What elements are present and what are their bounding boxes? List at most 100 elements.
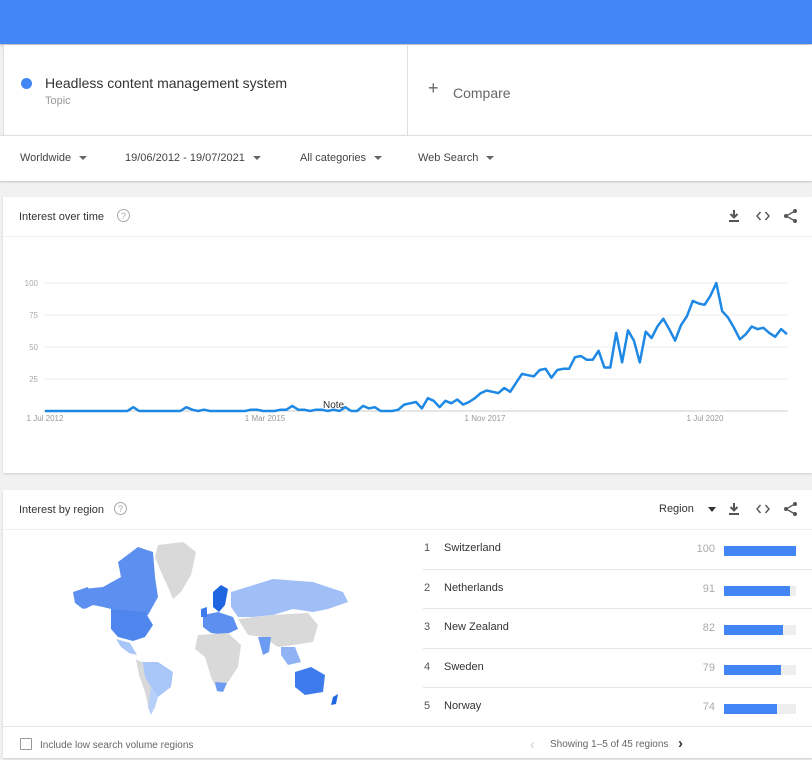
value-bar <box>724 664 781 675</box>
chevron-right-icon[interactable]: › <box>678 735 683 752</box>
search-terms-bar: Headless content management system Topic… <box>3 45 812 135</box>
region-ranking-list: 1 Switzerland 100 2 Netherlands 91 3 New… <box>423 530 812 728</box>
download-icon[interactable] <box>725 207 743 225</box>
plus-icon: + <box>428 78 439 98</box>
value-bar-track <box>724 546 796 556</box>
y-tick-label: 50 <box>29 343 38 352</box>
region-name[interactable]: Netherlands <box>444 582 503 594</box>
map-europe[interactable] <box>203 612 238 635</box>
chevron-down-icon <box>374 156 383 161</box>
value-bar <box>724 585 790 596</box>
interest-over-time-card: Interest over time ? 25 50 75 100 1 Jul 201… <box>3 197 812 473</box>
search-term-name[interactable]: Headless content management system <box>45 75 287 91</box>
value-bar <box>724 625 784 635</box>
series-color-dot <box>21 78 32 89</box>
search-term-type: Topic <box>45 95 71 107</box>
interest-by-region-card: Interest by region ? Region 1 Switzerlan… <box>3 490 812 758</box>
filter-category[interactable]: All categories <box>300 152 383 164</box>
map-australia[interactable] <box>295 667 325 695</box>
chevron-down-icon <box>486 156 495 161</box>
rank: 2 <box>424 581 431 594</box>
value-bar-track <box>724 664 796 675</box>
region-value: 91 <box>702 582 715 595</box>
x-tick-label: 1 Nov 2017 <box>465 414 506 423</box>
x-tick-label: 1 Jul 2012 <box>27 414 64 423</box>
value-bar-track <box>724 625 796 635</box>
rank: 1 <box>424 542 431 554</box>
rank: 5 <box>424 700 431 712</box>
region-value: 79 <box>702 661 715 674</box>
x-tick-label: 1 Mar 2015 <box>245 414 286 423</box>
download-icon[interactable] <box>725 500 743 518</box>
search-term-chip[interactable]: Headless content management system Topic <box>4 45 408 135</box>
region-name[interactable]: Switzerland <box>444 542 501 554</box>
y-tick-label: 75 <box>29 311 38 320</box>
region-resolution-select[interactable]: Region <box>659 503 716 515</box>
map-southeast-asia[interactable] <box>281 647 301 665</box>
map-india[interactable] <box>258 637 271 655</box>
rank: 3 <box>424 621 431 633</box>
region-name[interactable]: Norway <box>444 700 481 712</box>
card-title: Interest over time <box>19 211 104 223</box>
x-tick-label: 1 Jul 2020 <box>687 414 724 423</box>
value-bar-track <box>724 585 796 596</box>
region-value: 74 <box>702 701 715 713</box>
pagination-status: Showing 1–5 of 45 regions <box>550 739 669 750</box>
list-item[interactable]: 2 Netherlands 91 <box>423 570 812 609</box>
card-title: Interest by region <box>19 504 104 516</box>
region-name[interactable]: Sweden <box>444 661 484 673</box>
map-scandinavia[interactable] <box>213 585 228 612</box>
list-item[interactable]: 5 Norway 74 <box>423 688 812 728</box>
map-greenland[interactable] <box>155 542 196 599</box>
list-item[interactable]: 1 Switzerland 100 <box>423 530 812 570</box>
share-icon[interactable] <box>782 500 800 518</box>
chart-note-annotation[interactable]: Note <box>323 400 345 411</box>
help-icon[interactable]: ? <box>117 209 130 222</box>
value-bar <box>724 546 796 556</box>
chevron-left-icon[interactable]: ‹ <box>530 736 535 752</box>
filter-search-type[interactable]: Web Search <box>418 152 495 164</box>
include-low-volume-checkbox[interactable] <box>20 738 32 750</box>
list-item[interactable]: 3 New Zealand 82 <box>423 609 812 649</box>
rank: 4 <box>424 660 431 673</box>
include-low-volume-label[interactable]: Include low search volume regions <box>40 740 193 751</box>
card-header: Interest by region ? Region <box>3 490 812 530</box>
value-bar-track <box>724 704 796 714</box>
map-mexico[interactable] <box>116 639 137 655</box>
region-value: 82 <box>702 622 715 634</box>
map-uk[interactable] <box>201 607 207 617</box>
card-header: Interest over time ? <box>3 197 812 237</box>
caret-down-icon <box>707 506 716 512</box>
filter-category-label: All categories <box>300 152 367 164</box>
region-name[interactable]: New Zealand <box>444 621 509 633</box>
filters-bar: Worldwide 19/06/2012 - 19/07/2021 All ca… <box>0 135 812 181</box>
embed-icon[interactable] <box>754 500 772 518</box>
y-tick-label: 25 <box>29 375 38 384</box>
filter-date-range[interactable]: 19/06/2012 - 19/07/2021 <box>125 152 261 164</box>
region-value: 100 <box>696 543 715 555</box>
chevron-down-icon <box>252 156 261 161</box>
region-select-label: Region <box>659 503 694 515</box>
y-tick-label: 100 <box>25 279 39 288</box>
map-canada[interactable] <box>83 547 158 619</box>
help-icon[interactable]: ? <box>114 502 127 515</box>
world-map[interactable] <box>33 537 363 717</box>
filter-location[interactable]: Worldwide <box>20 152 88 164</box>
top-app-bar <box>0 0 812 44</box>
compare-label: Compare <box>453 85 511 101</box>
chevron-down-icon <box>79 156 88 161</box>
embed-icon[interactable] <box>754 207 772 225</box>
map-asia[interactable] <box>238 613 318 647</box>
filter-date-range-label: 19/06/2012 - 19/07/2021 <box>125 152 245 164</box>
map-russia[interactable] <box>231 579 348 617</box>
list-item[interactable]: 4 Sweden 79 <box>423 649 812 688</box>
filter-location-label: Worldwide <box>20 152 72 164</box>
map-new-zealand[interactable] <box>331 694 338 705</box>
value-bar <box>724 704 778 714</box>
region-card-footer: Include low search volume regions ‹ Show… <box>3 726 812 760</box>
filter-search-type-label: Web Search <box>418 152 479 164</box>
compare-button[interactable]: + Compare <box>408 45 812 135</box>
map-south-africa[interactable] <box>215 682 227 692</box>
share-icon[interactable] <box>782 207 800 225</box>
interest-line-chart: 25 50 75 100 1 Jul 2012 1 Mar 2015 1 Nov 2017… <box>25 279 788 423</box>
